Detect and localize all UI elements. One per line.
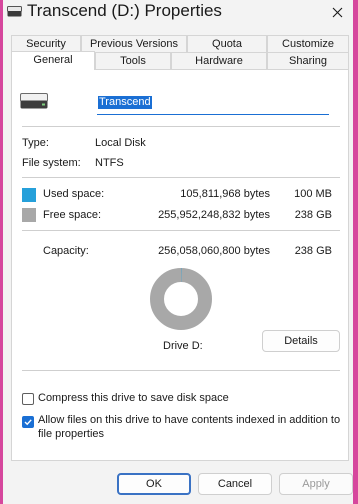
used-space-label: Used space:: [43, 188, 105, 200]
free-space-label: Free space:: [43, 209, 102, 221]
ok-button[interactable]: OK: [117, 473, 191, 495]
tab-tools[interactable]: Tools: [95, 52, 171, 69]
tab-security[interactable]: Security: [11, 35, 81, 52]
free-space-size: 238 GB: [294, 209, 332, 221]
divider: [22, 126, 340, 127]
tab-previous-versions[interactable]: Previous Versions: [81, 35, 187, 52]
apply-button[interactable]: Apply: [279, 473, 353, 495]
index-label-line1[interactable]: Allow files on this drive to have conten…: [38, 414, 340, 426]
divider: [22, 370, 340, 371]
window-title: Transcend (D:) Properties: [27, 1, 222, 20]
tab-sharing[interactable]: Sharing: [267, 52, 349, 69]
tab-customize[interactable]: Customize: [267, 35, 349, 52]
capacity-size: 238 GB: [294, 245, 332, 257]
checkmark-icon: [24, 419, 32, 426]
capacity-label: Capacity:: [43, 245, 89, 257]
close-button[interactable]: [321, 0, 353, 25]
used-space-size: 100 MB: [294, 188, 332, 200]
index-checkbox[interactable]: [22, 416, 34, 428]
tab-hardware[interactable]: Hardware: [171, 52, 267, 69]
used-space-bytes: 105,811,968 bytes: [180, 188, 270, 200]
compress-label[interactable]: Compress this drive to save disk space: [38, 392, 229, 404]
free-space-bytes: 255,952,248,832 bytes: [158, 209, 270, 221]
cancel-button[interactable]: Cancel: [198, 473, 272, 495]
tab-general[interactable]: General: [11, 51, 95, 70]
used-space-swatch: [22, 188, 36, 202]
capacity-bytes: 256,058,060,800 bytes: [158, 245, 270, 257]
drive-icon: [20, 93, 48, 109]
type-value: Local Disk: [95, 137, 146, 149]
title-bar[interactable]: Transcend (D:) Properties: [3, 0, 353, 25]
divider: [22, 230, 340, 231]
tab-strip: Security Previous Versions Quota Customi…: [3, 32, 353, 70]
index-label-line2[interactable]: file properties: [38, 428, 104, 440]
general-panel: Transcend Type: Local Disk File system: …: [11, 69, 349, 461]
drive-name-field[interactable]: [97, 94, 329, 115]
donut-free-segment: [150, 268, 212, 330]
file-system-value: NTFS: [95, 157, 124, 169]
free-space-swatch: [22, 208, 36, 222]
tab-quota[interactable]: Quota: [187, 35, 267, 52]
file-system-label: File system:: [22, 157, 81, 169]
divider: [22, 177, 340, 178]
close-icon: [332, 7, 342, 18]
disk-usage-donut: [150, 268, 212, 330]
compress-checkbox[interactable]: [22, 393, 34, 405]
details-button[interactable]: Details: [262, 330, 340, 352]
properties-window: Transcend (D:) Properties Security Previ…: [3, 0, 353, 504]
drive-icon: [7, 6, 22, 17]
drive-label: Drive D:: [163, 340, 203, 352]
type-label: Type:: [22, 137, 49, 149]
